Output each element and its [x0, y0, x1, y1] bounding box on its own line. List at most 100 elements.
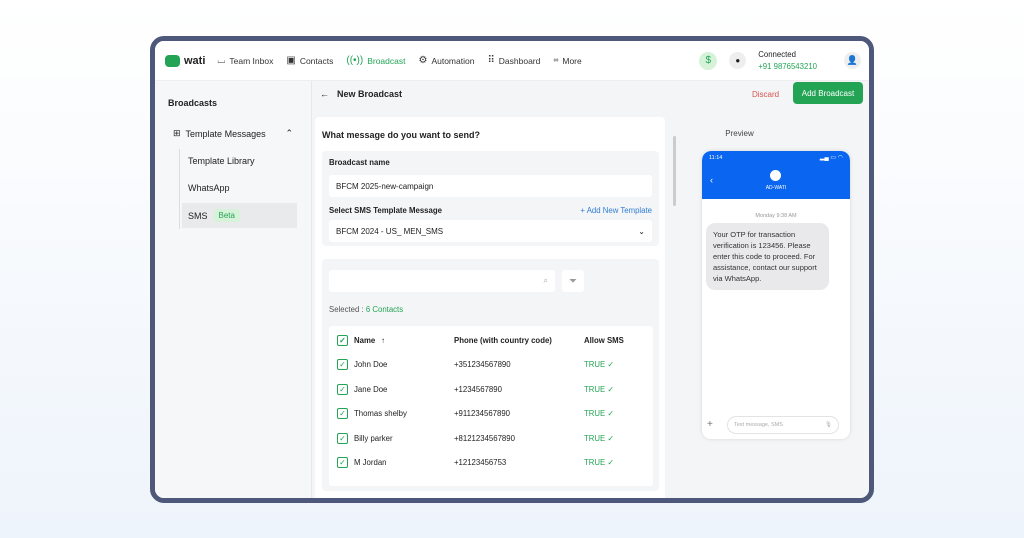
chevron-down-icon: ⌄: [638, 226, 645, 236]
add-broadcast-button[interactable]: Add Broadcast: [793, 82, 863, 104]
allow-sms-value: TRUE ✓: [584, 409, 614, 419]
nav-label: More: [562, 55, 582, 66]
connection-status: Connected +91 9876543210: [758, 49, 817, 73]
group-label: Template Messages: [185, 128, 266, 139]
row-checkbox[interactable]: ✓: [337, 408, 348, 420]
allow-sms-value: TRUE ✓: [584, 384, 614, 394]
contact-name: John Doe: [354, 360, 388, 370]
nav-broadcast[interactable]: ((•)) Broadcast: [346, 54, 405, 66]
check-icon: ✓: [607, 433, 614, 443]
broadcast-form: What message do you want to send? Broadc…: [315, 117, 665, 498]
check-icon: ✓: [607, 384, 614, 394]
broadcast-icon: ((•)): [346, 54, 364, 66]
logo-icon: [165, 54, 180, 67]
sidebar-item-sms[interactable]: SMS Beta: [182, 203, 297, 228]
phone-preview: 11:14 ▂▄ ▭ ◠ ‹ AD-WATI Monday 9:38 AM Yo…: [702, 151, 850, 439]
select-all-checkbox[interactable]: ✓: [337, 334, 348, 346]
input-placeholder: Text message, SMS: [734, 422, 783, 428]
allow-sms-value: TRUE ✓: [584, 433, 614, 443]
sms-bubble: Your OTP for transaction verification is…: [706, 223, 829, 290]
mic-icon: 🎙: [825, 422, 832, 428]
contact-phone: +8121234567890: [454, 433, 515, 443]
page-title: New Broadcast: [337, 89, 403, 99]
table-row[interactable]: ✓ Thomas shelby +911234567890 TRUE ✓: [337, 402, 645, 427]
plus-icon[interactable]: +: [707, 419, 713, 430]
selected-count: Selected : 6 Contacts: [329, 305, 404, 314]
sidebar-item-whatsapp[interactable]: WhatsApp: [188, 183, 230, 193]
contact-phone: +351234567890: [454, 360, 511, 370]
name-column-header[interactable]: Name: [354, 336, 375, 345]
check-icon: ✓: [607, 409, 614, 419]
sidebar-group-template-messages[interactable]: ⊞ Template Messages ⌃: [173, 128, 293, 139]
filter-icon: ⏷: [569, 275, 577, 287]
nav-dashboard[interactable]: ⠿ Dashboard: [487, 54, 541, 66]
sidebar-item-template-library[interactable]: Template Library: [188, 156, 255, 166]
contact-name: Thomas shelby: [354, 409, 407, 419]
phone-header: 11:14 ▂▄ ▭ ◠ ‹ AD-WATI: [702, 151, 850, 199]
allow-sms-value: TRUE ✓: [584, 360, 614, 370]
discard-button[interactable]: Discard: [752, 90, 779, 99]
sender-name: AD-WATI: [765, 185, 787, 191]
form-question: What message do you want to send?: [322, 130, 481, 140]
table-row[interactable]: ✓ M Jordan +12123456753 TRUE ✓: [337, 451, 645, 476]
template-icon: ⊞: [173, 128, 181, 138]
filter-button[interactable]: ⏷: [562, 270, 584, 292]
nav-more[interactable]: ∞ More: [553, 56, 581, 66]
row-checkbox[interactable]: ✓: [337, 359, 348, 371]
sidebar-title: Broadcasts: [168, 98, 218, 108]
scrollbar[interactable]: [673, 136, 676, 206]
phone-number: +91 9876543210: [758, 61, 817, 71]
table-header: ✓ Name ↑ Phone (with country code) Allow S…: [337, 328, 645, 353]
wallet-button[interactable]: $: [699, 51, 718, 70]
nav-label: Automation: [431, 55, 475, 66]
brand-name: wati: [184, 54, 206, 67]
allow-sms-column-header: Allow SMS: [584, 335, 624, 345]
status-text: Connected: [758, 49, 796, 59]
template-select[interactable]: BFCM 2024 - US_ MEN_SMS ⌄: [329, 220, 652, 242]
nav-label: Contacts: [299, 55, 334, 66]
more-icon: ∞: [553, 57, 559, 64]
bell-icon[interactable]: ●: [729, 52, 747, 69]
template-label: Select SMS Template Message: [329, 206, 442, 215]
search-input[interactable]: ⌕: [329, 270, 555, 292]
row-checkbox[interactable]: ✓: [337, 383, 348, 395]
nav-label: Team Inbox: [229, 55, 274, 66]
contacts-table: ✓ Name ↑ Phone (with country code) Allow S…: [329, 326, 653, 486]
nav-label: Dashboard: [498, 55, 541, 66]
app-window: wati ⌴ Team Inbox ▣ Contacts ((•)) Broadcas…: [150, 36, 874, 503]
back-icon: ‹: [710, 175, 713, 185]
avatar[interactable]: 👤: [844, 52, 861, 69]
search-icon: ⌕: [543, 276, 548, 285]
add-template-link[interactable]: + Add New Template: [580, 206, 652, 215]
sms-input[interactable]: Text message, SMS 🎙: [727, 416, 839, 434]
table-row[interactable]: ✓ Billy parker +8121234567890 TRUE ✓: [337, 426, 645, 451]
tree-line: [179, 149, 180, 229]
nav-automation[interactable]: ⚙ Automation: [418, 55, 475, 66]
nav-team-inbox[interactable]: ⌴ Team Inbox: [217, 55, 274, 66]
sort-arrow-icon[interactable]: ↑: [381, 336, 385, 345]
row-checkbox[interactable]: ✓: [337, 457, 348, 469]
sender-avatar: [770, 170, 781, 181]
allow-sms-value: TRUE ✓: [584, 458, 614, 468]
contacts-icon: ▣: [286, 54, 296, 66]
phone-column-header: Phone (with country code): [454, 335, 552, 345]
back-arrow-icon[interactable]: ←: [320, 89, 329, 99]
form-section: Broadcast name BFCM 2025-new-campaign Se…: [322, 151, 659, 246]
row-checkbox[interactable]: ✓: [337, 432, 348, 444]
table-row[interactable]: ✓ John Doe +351234567890 TRUE ✓: [337, 353, 645, 378]
dashboard-icon: ⠿: [487, 54, 495, 66]
sidebar: Broadcasts ⊞ Template Messages ⌃ Template …: [155, 81, 312, 498]
item-label: SMS: [188, 210, 208, 221]
brand-logo[interactable]: wati: [165, 54, 206, 67]
contact-name: M Jordan: [354, 458, 387, 468]
broadcast-name-input[interactable]: BFCM 2025-new-campaign: [329, 175, 652, 197]
contact-phone: +1234567890: [454, 384, 502, 394]
main-area: ← New Broadcast Discard Add Broadcast Wha…: [312, 81, 869, 498]
status-time: 11:14: [709, 155, 723, 161]
contacts-section: ⌕ ⏷ Selected : 6 Contacts ✓ Name ↑ Phone (…: [322, 259, 659, 491]
check-icon: ✓: [607, 360, 614, 370]
contact-name: Billy parker: [354, 433, 393, 443]
contact-phone: +911234567890: [454, 409, 511, 419]
table-row[interactable]: ✓ Jane Doe +1234567890 TRUE ✓: [337, 377, 645, 402]
nav-contacts[interactable]: ▣ Contacts: [286, 54, 334, 66]
